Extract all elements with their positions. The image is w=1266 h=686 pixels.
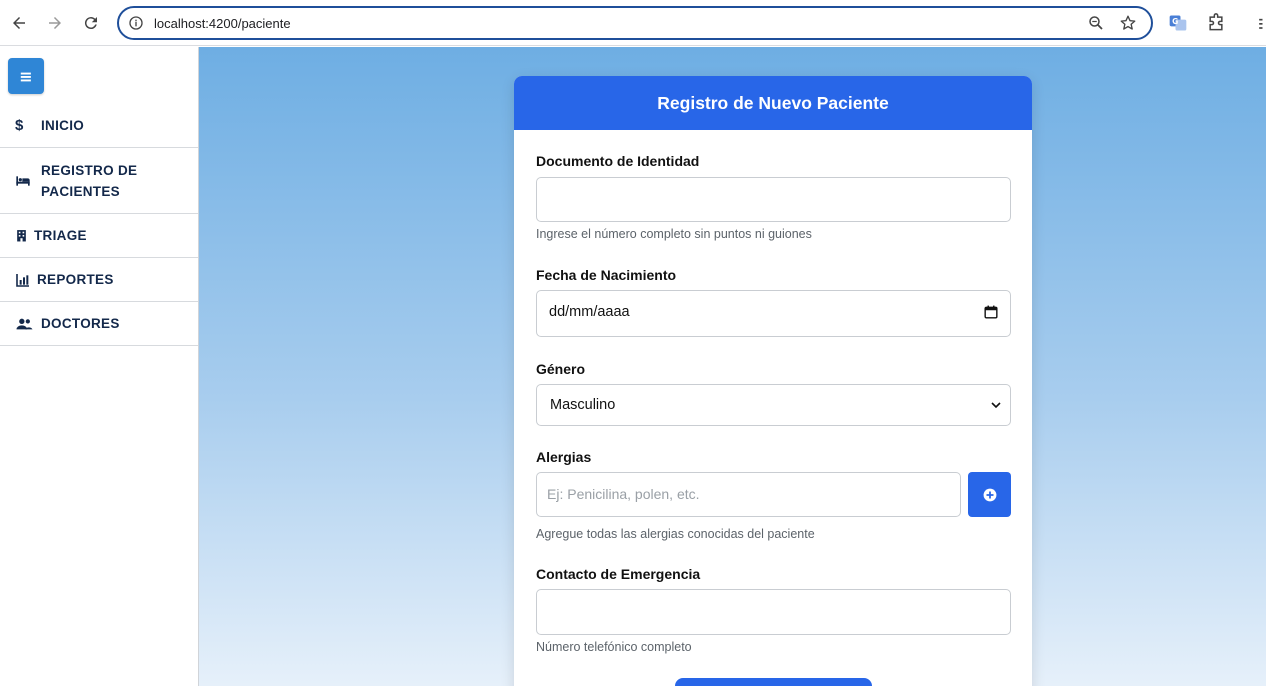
reload-button[interactable]	[80, 12, 102, 34]
genero-selected-value: Masculino	[550, 397, 616, 413]
address-bar[interactable]: localhost:4200/paciente	[117, 6, 1153, 40]
submit-button[interactable]	[675, 678, 872, 686]
bookmark-star-icon[interactable]	[1119, 14, 1137, 32]
back-button[interactable]	[8, 12, 30, 34]
patient-registration-card: Registro de Nuevo Paciente Documento de …	[514, 76, 1032, 686]
fecha-label: Fecha de Nacimiento	[536, 267, 677, 283]
sidebar-item-label-line2: PACIENTES	[41, 183, 120, 199]
documento-label: Documento de Identidad	[536, 153, 700, 169]
zoom-icon[interactable]	[1087, 14, 1105, 32]
building-icon	[15, 228, 29, 243]
users-icon	[15, 316, 35, 332]
sidebar-item-label: REGISTRO DE PACIENTES	[41, 160, 137, 202]
sidebar-item-doctores[interactable]: DOCTORES	[0, 302, 198, 346]
contacto-hint: Número telefónico completo	[536, 640, 692, 654]
form-title: Registro de Nuevo Paciente	[657, 92, 889, 113]
fecha-nacimiento-input[interactable]: dd/mm/aaaa	[536, 290, 1011, 337]
hamburger-icon: ≡	[19, 66, 33, 86]
extensions-puzzle-icon[interactable]	[1206, 13, 1226, 33]
arrow-left-icon	[13, 17, 25, 29]
alergias-hint: Agregue todas las alergias conocidas del…	[536, 527, 815, 541]
sidebar-item-label: TRIAGE	[34, 228, 87, 243]
svg-text:G: G	[1172, 17, 1178, 26]
more-menu-icon[interactable]	[1254, 13, 1266, 33]
reload-icon	[84, 17, 97, 30]
calendar-icon[interactable]	[984, 305, 998, 319]
menu-toggle-button[interactable]: ≡	[8, 58, 44, 94]
arrow-right-icon	[49, 17, 61, 29]
sidebar-nav: $ INICIO REGISTRO DE PACIENTES TRIAGE RE…	[0, 103, 198, 346]
info-icon[interactable]	[128, 15, 144, 31]
sidebar-item-triage[interactable]: TRIAGE	[0, 214, 198, 258]
add-alergia-button[interactable]	[968, 472, 1011, 517]
sidebar-item-label-line1: REGISTRO DE	[41, 162, 138, 178]
documento-hint: Ingrese el número completo sin puntos ni…	[536, 227, 812, 241]
card-header: Registro de Nuevo Paciente	[514, 76, 1032, 130]
contacto-emergencia-input[interactable]	[536, 589, 1011, 635]
date-format-text: dd/mm/aaaa	[549, 304, 630, 320]
bed-icon	[15, 173, 35, 189]
url-text: localhost:4200/paciente	[154, 16, 291, 31]
documento-input[interactable]	[536, 177, 1011, 222]
translate-icon[interactable]: G	[1168, 13, 1188, 33]
genero-select[interactable]: Masculino	[536, 384, 1011, 426]
genero-label: Género	[536, 361, 586, 377]
alergias-input[interactable]: Ej: Penicilina, polen, etc.	[536, 472, 961, 517]
sidebar-item-inicio[interactable]: $ INICIO	[0, 103, 198, 148]
sidebar-item-label: INICIO	[41, 117, 85, 133]
forward-button[interactable]	[44, 12, 66, 34]
alergias-label: Alergias	[536, 449, 592, 465]
chevron-down-icon	[991, 402, 1001, 409]
sidebar-item-label: DOCTORES	[41, 316, 120, 331]
sidebar: ≡ $ INICIO REGISTRO DE PACIENTES TRIAGE	[0, 47, 199, 686]
sidebar-item-reportes[interactable]: REPORTES	[0, 258, 198, 302]
chart-icon	[15, 272, 31, 288]
sidebar-item-label: REPORTES	[37, 272, 114, 287]
contacto-label: Contacto de Emergencia	[536, 566, 701, 582]
sidebar-item-registro-pacientes[interactable]: REGISTRO DE PACIENTES	[0, 148, 198, 214]
main-content: Registro de Nuevo Paciente Documento de …	[199, 47, 1266, 686]
alergias-placeholder: Ej: Penicilina, polen, etc.	[547, 486, 700, 502]
plus-circle-icon	[983, 488, 996, 501]
dollar-icon: $	[15, 116, 24, 134]
browser-toolbar: localhost:4200/paciente G	[0, 0, 1266, 46]
